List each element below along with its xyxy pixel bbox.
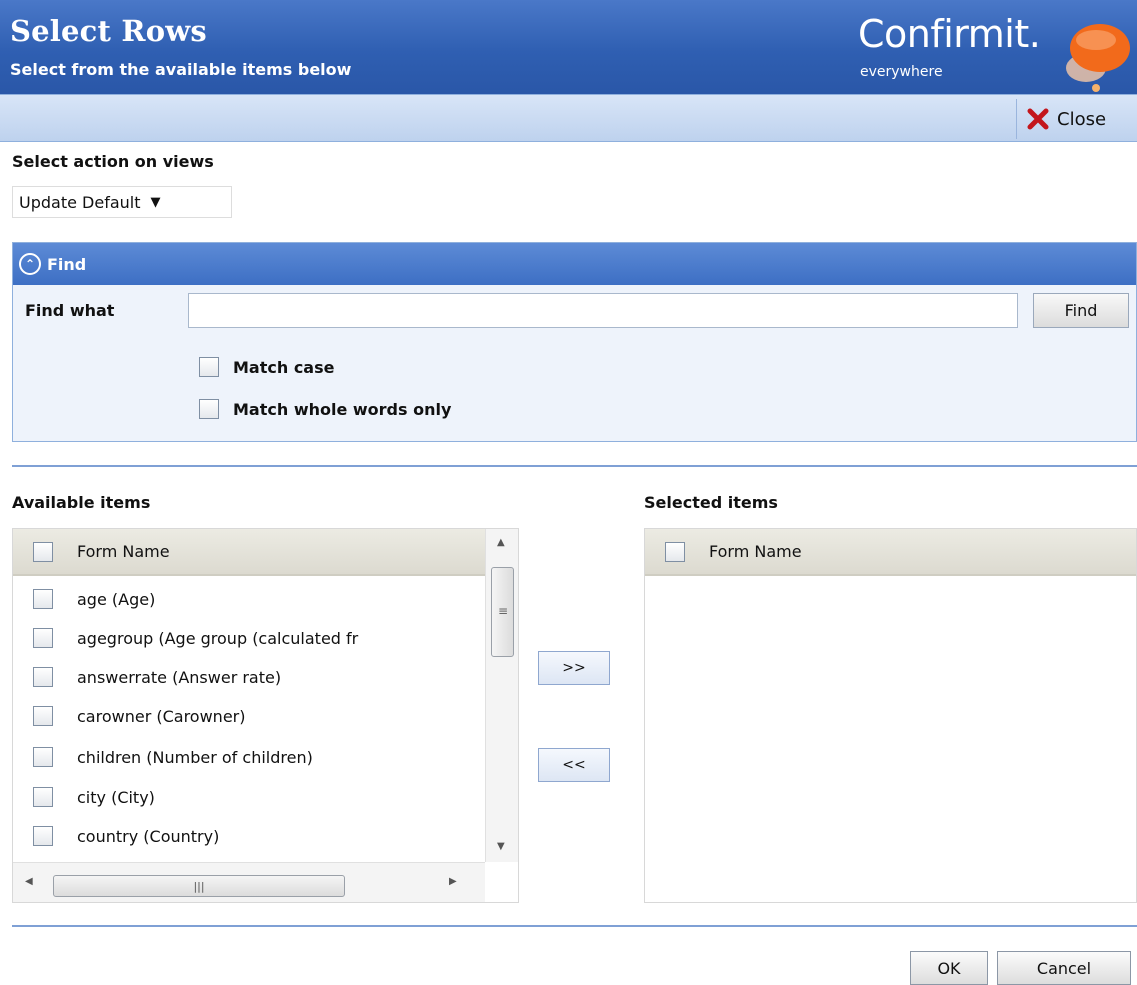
action-select[interactable]: Update Default ▼ <box>12 186 232 218</box>
selected-select-all-checkbox[interactable] <box>665 541 685 562</box>
list-item[interactable]: city (City) <box>33 787 155 807</box>
add-selected-button[interactable]: >> <box>538 651 610 685</box>
toolbar: Close <box>0 94 1137 142</box>
match-whole-words-label: Match whole words only <box>233 399 452 419</box>
dialog-subtitle: Select from the available items below <box>10 60 352 79</box>
find-what-label: Find what <box>25 301 115 320</box>
item-checkbox[interactable] <box>33 589 53 609</box>
scroll-left-arrow-icon[interactable]: ◀ <box>25 876 33 887</box>
find-what-input[interactable] <box>188 293 1018 328</box>
available-items-label: Available items <box>12 493 151 512</box>
find-panel-header[interactable]: ⌃ Find <box>13 243 1136 285</box>
item-checkbox[interactable] <box>33 706 53 726</box>
horizontal-scrollbar[interactable]: ◀ ||| ▶ <box>13 862 485 902</box>
match-whole-words-checkbox[interactable] <box>199 399 219 419</box>
list-item[interactable]: carowner (Carowner) <box>33 706 245 726</box>
list-item[interactable]: agegroup (Age group (calculated fr <box>33 628 358 648</box>
selected-items-list: Form Name <box>644 528 1137 903</box>
grip-icon: ||| <box>193 879 205 893</box>
action-select-value: Update Default <box>19 192 141 212</box>
horizontal-scroll-thumb[interactable]: ||| <box>53 875 345 897</box>
available-list-header: Form Name <box>13 529 485 576</box>
scroll-up-arrow-icon[interactable]: ▲ <box>497 537 505 548</box>
vertical-scrollbar[interactable]: ▲ ≡ ▼ <box>485 529 518 862</box>
scroll-down-arrow-icon[interactable]: ▼ <box>497 841 505 852</box>
item-label: children (Number of children) <box>77 747 313 767</box>
collapse-icon[interactable]: ⌃ <box>19 253 41 275</box>
ok-button[interactable]: OK <box>910 951 988 985</box>
logo-tagline: everywhere <box>860 64 943 80</box>
match-whole-words-option[interactable]: Match whole words only <box>199 399 451 419</box>
match-case-label: Match case <box>233 357 335 377</box>
item-checkbox[interactable] <box>33 787 53 807</box>
item-checkbox[interactable] <box>33 628 53 648</box>
item-label: country (Country) <box>77 826 220 846</box>
divider <box>12 465 1137 467</box>
list-item[interactable]: age (Age) <box>33 589 155 609</box>
selected-list-header: Form Name <box>645 529 1136 576</box>
list-item[interactable]: children (Number of children) <box>33 747 313 767</box>
logo-brand-text: Confirmit. <box>858 12 1041 56</box>
item-label: answerrate (Answer rate) <box>77 667 282 687</box>
cancel-button[interactable]: Cancel <box>997 951 1131 985</box>
available-items-list: Form Name age (Age) agegroup (Age group … <box>12 528 519 903</box>
match-case-option[interactable]: Match case <box>199 357 334 377</box>
dropdown-arrow-icon: ▼ <box>150 194 161 210</box>
selected-column-header: Form Name <box>709 542 802 561</box>
item-checkbox[interactable] <box>33 826 53 846</box>
close-button[interactable]: Close <box>1016 99 1133 139</box>
speech-bubble-icon <box>1066 24 1130 92</box>
scroll-right-arrow-icon[interactable]: ▶ <box>449 876 457 887</box>
remove-selected-button[interactable]: << <box>538 748 610 782</box>
item-label: agegroup (Age group (calculated fr <box>77 628 359 648</box>
list-item[interactable]: country (Country) <box>33 826 219 846</box>
action-label: Select action on views <box>12 152 214 171</box>
dialog-header: Select Rows Select from the available it… <box>0 0 1137 94</box>
available-select-all-checkbox[interactable] <box>33 541 53 562</box>
vertical-scroll-thumb[interactable]: ≡ <box>491 567 514 657</box>
available-column-header: Form Name <box>77 542 170 561</box>
list-item[interactable]: answerrate (Answer rate) <box>33 667 281 687</box>
confirmit-logo: Confirmit. everywhere <box>858 12 1133 92</box>
item-label: age (Age) <box>77 589 156 609</box>
find-panel-title: Find <box>47 254 87 274</box>
find-panel: ⌃ Find Find what Find Match case Match w… <box>12 242 1137 442</box>
item-label: carowner (Carowner) <box>77 706 246 726</box>
item-checkbox[interactable] <box>33 667 53 687</box>
selected-items-label: Selected items <box>644 493 778 512</box>
dialog-title: Select Rows <box>10 14 207 48</box>
match-case-checkbox[interactable] <box>199 357 219 377</box>
close-label: Close <box>1057 108 1107 130</box>
close-x-icon <box>1027 108 1049 130</box>
item-label: city (City) <box>77 787 155 807</box>
find-button[interactable]: Find <box>1033 293 1129 328</box>
grip-icon: ≡ <box>498 604 509 618</box>
divider <box>12 925 1137 927</box>
item-checkbox[interactable] <box>33 747 53 767</box>
